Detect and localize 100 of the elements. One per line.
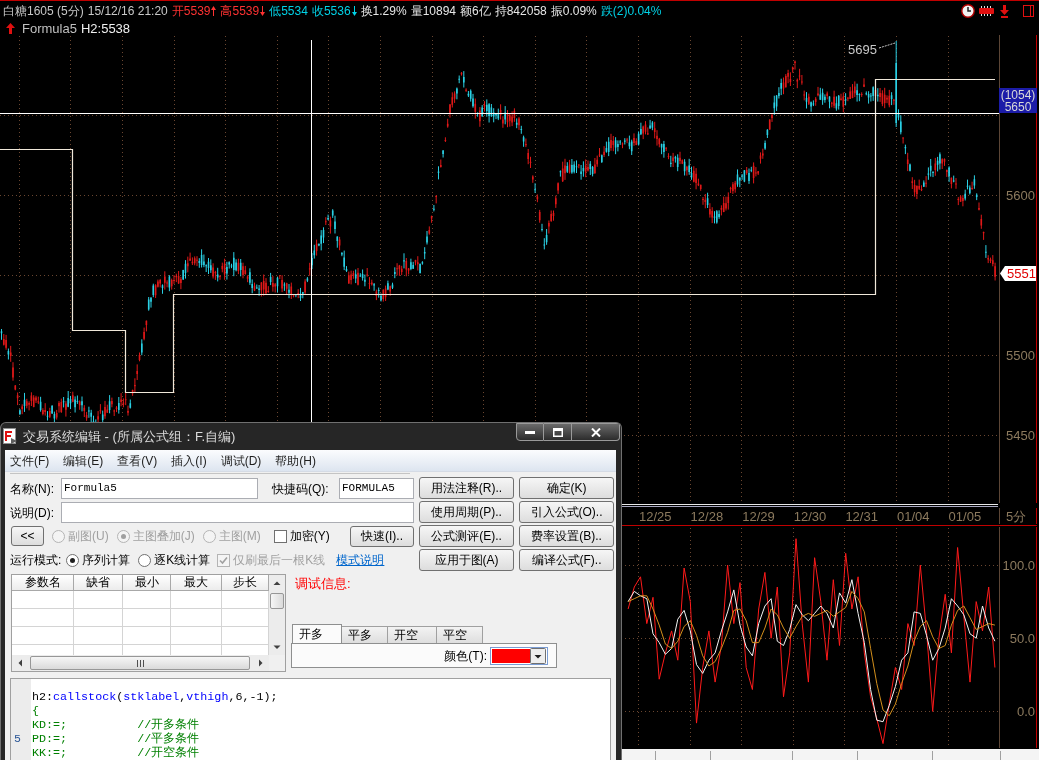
date-label: 01/05 [948,509,982,524]
date-label: 12/30 [793,509,827,524]
quote-value: 高5539 [220,5,260,17]
grip-icon [136,659,144,667]
quote-value: 量10894 [410,5,456,17]
download-icon[interactable] [1000,4,1009,18]
minimize-button[interactable] [516,423,544,441]
date-label: 12/31 [845,509,878,524]
action-button[interactable]: 编译公式(F).. [519,549,614,571]
column-header[interactable]: 步长 [222,575,269,591]
code-line: KK:=; //开空条件 [32,746,200,760]
scroll-thumb[interactable] [270,593,284,609]
axis-label: 0.0 [1016,704,1035,720]
radio-option[interactable]: 序列计算 [66,553,131,567]
tab[interactable]: 平多 [342,626,388,643]
menu-item[interactable]: 帮助(H) [271,450,320,471]
menu-item[interactable]: 插入(I) [167,450,211,471]
tab[interactable]: 开多 [292,624,342,643]
quote-value: 换1.29% [360,5,407,17]
date-label: 01/04 [897,509,930,524]
axis-label: 5600 [1006,188,1035,203]
date-label: 12/29 [742,509,775,524]
down-marker-icon [260,6,266,16]
tab[interactable]: 开空 [388,626,437,643]
debug-label: 调试信息: [295,576,351,592]
last-price-tag: 5551 [1000,265,1036,282]
scroll-thumb[interactable] [30,656,250,670]
clock-icon[interactable] [961,4,975,18]
column-header[interactable]: 缺省 [74,575,123,591]
table-cell[interactable] [123,609,171,627]
column-header[interactable]: 最小 [123,575,171,591]
close-button[interactable] [572,423,620,441]
app-icon [3,428,18,445]
column-header[interactable]: 参数名 [12,575,74,591]
color-dropdown[interactable] [490,646,548,665]
field-label: 运行模式: [10,554,62,566]
vertical-scrollbar[interactable] [269,575,285,655]
action-button[interactable]: 应用于图(A) [419,549,514,571]
menu-item[interactable]: 调试(D) [216,450,266,471]
window-title: 交易系统编辑 - (所属公式组：F.自编) [23,429,236,444]
horizontal-scrollbar[interactable] [12,655,269,671]
description-field[interactable] [61,501,414,523]
action-button[interactable]: 费率设置(B).. [519,525,614,547]
shortcut-field[interactable]: FORMULA5 [339,477,414,499]
axis-label: 100.0 [1002,558,1035,574]
table-cell[interactable] [171,609,222,627]
chip-icon[interactable] [978,5,995,17]
quote-value: 额6亿 [460,5,491,17]
action-button[interactable]: 公式测评(E).. [419,525,514,547]
crosshair-price-label: (1054) 5650 [999,88,1037,114]
table-cell[interactable] [12,627,74,645]
peak-label: 5695 [848,42,877,57]
table-cell[interactable] [74,591,123,609]
date-label: 12/28 [690,509,724,524]
menu-item[interactable]: 文件(F) [6,450,54,471]
table-cell[interactable] [12,609,74,627]
name-field[interactable]: Formula5 [61,477,258,499]
axis-label: 5500 [1006,348,1035,363]
table-cell[interactable] [12,591,74,609]
code-line: h2:callstock(stklabel,vthigh,6,-1); [32,690,278,704]
maximize-icon [552,427,563,437]
table-cell[interactable] [123,591,171,609]
axis-label: 5450 [1006,428,1035,443]
code-editor[interactable]: 5 h2:callstock(stklabel,vthigh,6,-1); { KD:=; //开多条件 PD:=; //平多条件 KK:=; //开空条件 [10,678,611,760]
table-cell[interactable] [74,609,123,627]
code-line: { [32,704,39,718]
checkbox-option[interactable]: 加密(Y) [273,529,330,543]
leader-line [878,42,896,49]
indicator-name: Formula5 [22,21,77,35]
collapse-button[interactable]: << [11,526,44,546]
radio-option[interactable]: 逐K线计算 [138,553,211,567]
tab[interactable]: 平空 [437,626,483,643]
action-button[interactable]: 用法注释(R).. [419,477,514,499]
menu-item[interactable]: 编辑(E) [59,450,108,471]
caret-icon [530,647,546,664]
quick-button[interactable]: 快速(I).. [350,525,414,547]
table-cell[interactable] [123,627,171,645]
action-button[interactable]: 使用周期(P).. [419,501,514,523]
quote-value: 振0.09% [550,5,597,17]
field-label: 颜色(T): [444,649,487,662]
column-header[interactable]: 最大 [171,575,222,591]
close-icon [590,427,601,437]
indicator-value: H2:5538 [80,21,131,35]
down-marker-icon [351,6,357,16]
field-label: 说明(D): [10,506,54,520]
code-line: KD:=; //开多条件 [32,718,200,732]
quote-value: 低5534 [269,5,308,17]
date-label: 12/25 [639,509,672,524]
panel-icon[interactable] [1023,5,1034,17]
help-link[interactable]: 模式说明 [336,554,385,566]
quote-value: 白糖1605 (5分) [3,5,84,17]
maximize-button[interactable] [544,423,572,441]
menu-item[interactable]: 查看(V) [113,450,162,471]
table-cell[interactable] [171,591,222,609]
quote-value: 收5536 [311,5,351,17]
action-button[interactable]: 确定(K) [519,477,614,499]
table-cell[interactable] [171,627,222,645]
field-label: 快捷码(Q): [272,482,329,496]
table-cell[interactable] [74,627,123,645]
action-button[interactable]: 引入公式(O).. [519,501,614,523]
